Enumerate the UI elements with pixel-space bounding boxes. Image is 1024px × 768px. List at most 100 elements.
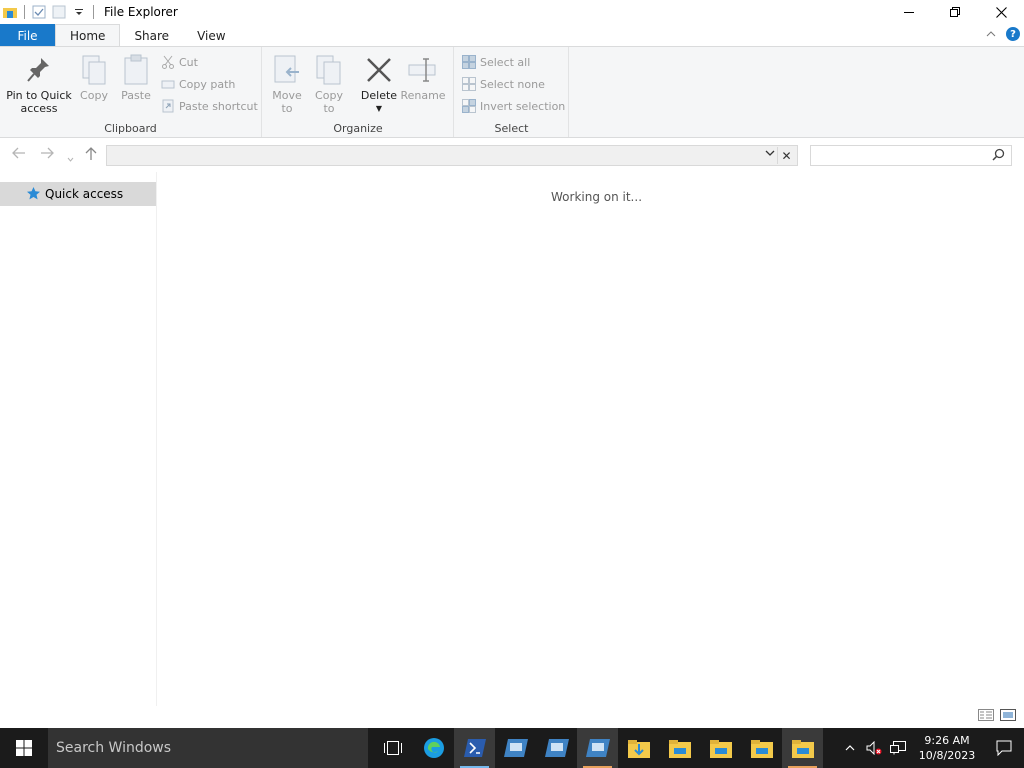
delete-button[interactable]: Delete ▼ [359,53,399,115]
server-manager-icon [503,739,528,757]
close-button[interactable] [978,0,1024,24]
copy-icon [78,53,110,87]
sidebar-item-quick-access[interactable]: Quick access [0,182,156,206]
paste-shortcut-button[interactable]: Paste shortcut [160,97,258,115]
action-center-button[interactable] [984,728,1024,768]
quick-access-toolbar [0,0,100,24]
invert-selection-label: Invert selection [480,99,566,113]
powershell-icon [463,739,486,757]
copy-path-icon [160,76,176,92]
clear-address-icon[interactable]: ✕ [777,147,795,164]
search-box[interactable] [810,145,1012,166]
select-all-button[interactable]: Select all [461,53,530,71]
file-explorer-3-button[interactable] [741,728,782,768]
notification-icon [996,740,1012,756]
clipboard-group-label: Clipboard [104,122,157,135]
edge-button[interactable] [413,728,454,768]
copy-to-button[interactable]: Copy to [313,53,345,115]
paste-shortcut-icon [160,98,176,114]
move-to-label-2: to [281,102,293,115]
scissors-icon [160,54,176,70]
downloads-folder-button[interactable] [618,728,659,768]
ribbon: Pin to Quick access Copy Paste Cut Copy … [0,46,1024,138]
file-explorer-active-button[interactable] [782,728,823,768]
organize-group: Move to Copy to Delete ▼ Rename Organize [263,47,454,137]
ribbon-tabs: File Home Share View ? [0,24,1024,47]
move-to-button[interactable]: Move to [271,53,303,115]
volume-muted-icon[interactable] [862,728,886,768]
select-all-label: Select all [480,55,531,69]
content-area[interactable]: Working on it... [158,172,1024,706]
tab-home[interactable]: Home [55,24,121,47]
loading-status: Working on it... [551,190,643,204]
file-explorer-button[interactable] [659,728,700,768]
tab-file[interactable]: File [0,24,55,47]
organize-group-label: Organize [333,122,383,135]
star-icon [26,186,41,204]
select-all-icon [461,54,477,70]
restore-button[interactable] [932,0,978,24]
paste-shortcut-label: Paste shortcut [179,99,258,113]
address-row: ✕ [0,139,1024,172]
customize-toolbar-icon[interactable] [71,4,87,20]
clock-time: 9:26 AM [924,734,970,747]
paste-label: Paste [121,89,151,102]
minimize-button[interactable] [886,0,932,24]
download-folder-icon [627,740,650,758]
properties-icon[interactable] [31,4,47,20]
chevron-up-icon[interactable] [986,27,996,41]
invert-selection-button[interactable]: Invert selection [461,97,565,115]
navigation-pane: Quick access [0,172,157,706]
delete-dropdown-icon[interactable]: ▼ [376,102,382,115]
up-arrow-icon[interactable] [85,147,97,165]
server-manager-2-button[interactable] [536,728,577,768]
tab-view[interactable]: View [183,24,239,47]
back-arrow-icon[interactable] [12,147,26,163]
forward-arrow-icon[interactable] [40,147,54,163]
task-view-button[interactable] [372,728,413,768]
server-manager-icon [544,739,569,757]
delete-label: Delete [360,89,398,102]
copy-to-icon [313,53,345,87]
windows-logo-icon [16,740,32,756]
details-view-icon[interactable] [978,709,994,724]
folder-icon [791,740,814,758]
select-none-icon [461,76,477,92]
pin-label-2: access [20,102,58,115]
taskbar: Search Windows 9:26 AM 10/8/2023 [0,728,1024,768]
new-folder-icon[interactable] [51,4,67,20]
system-tray: 9:26 AM 10/8/2023 [838,728,1024,768]
powershell-button[interactable] [454,728,495,768]
delete-x-icon [363,53,395,87]
start-button[interactable] [0,728,48,768]
rename-button[interactable]: Rename [400,53,446,102]
address-dropdown-icon[interactable] [765,147,775,160]
clock[interactable]: 9:26 AM 10/8/2023 [910,733,984,763]
server-manager-3-button[interactable] [577,728,618,768]
pin-label-1: Pin to Quick [6,89,72,102]
copy-path-button[interactable]: Copy path [160,75,235,93]
folder-icon [750,740,773,758]
network-icon[interactable] [886,728,910,768]
tab-share[interactable]: Share [120,24,183,47]
server-manager-icon [585,739,610,757]
large-icons-view-icon[interactable] [1000,709,1016,724]
copy-path-label: Copy path [179,77,236,91]
folder-icon [709,740,732,758]
server-manager-button[interactable] [495,728,536,768]
search-icon [992,148,1005,164]
select-none-button[interactable]: Select none [461,75,545,93]
cut-button[interactable]: Cut [160,53,198,71]
copy-button[interactable]: Copy [78,53,110,102]
paste-button[interactable]: Paste [118,53,154,102]
taskbar-search-input[interactable]: Search Windows [48,728,368,768]
file-explorer-2-button[interactable] [700,728,741,768]
pin-to-quick-access-button[interactable]: Pin to Quick access [6,53,72,115]
address-bar[interactable]: ✕ [106,145,798,166]
copy-to-label-1: Copy [315,89,343,102]
window-title: File Explorer [104,5,178,19]
recent-locations-chevron-icon[interactable] [67,150,74,166]
help-icon[interactable]: ? [1006,27,1020,41]
clipboard-group: Pin to Quick access Copy Paste Cut Copy … [0,47,262,137]
show-hidden-icons-chevron-icon[interactable] [838,728,862,768]
